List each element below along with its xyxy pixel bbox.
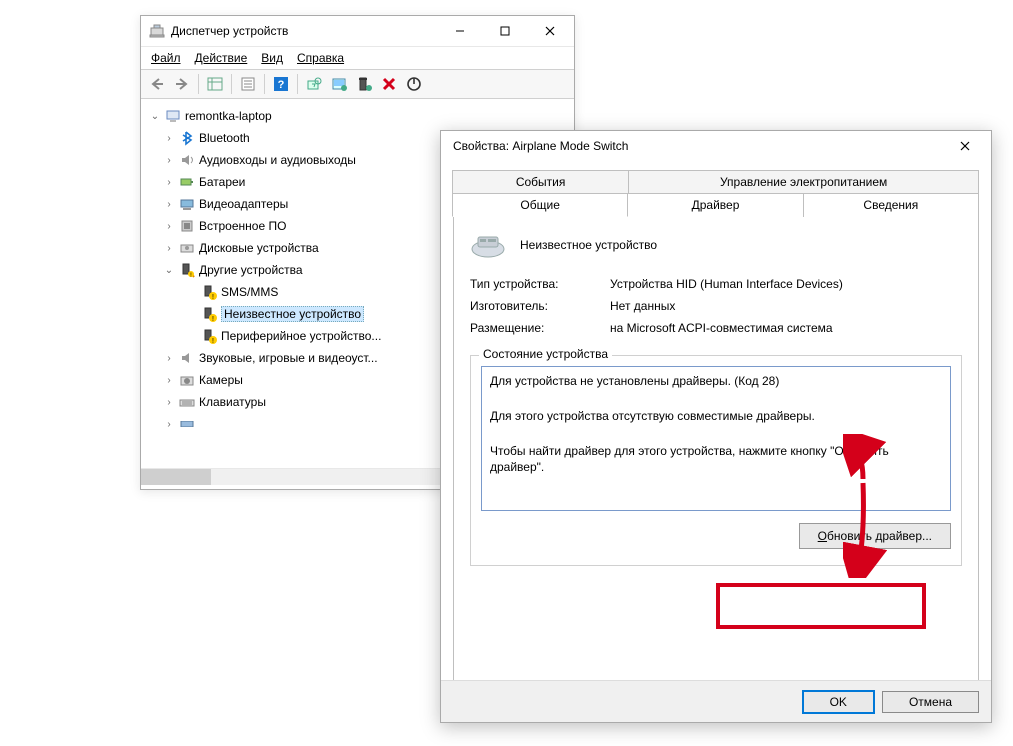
- tab-details[interactable]: Сведения: [803, 193, 979, 217]
- device-status-group: Состояние устройства Для устройства не у…: [470, 355, 962, 566]
- tree-root[interactable]: ⌄ remontka-laptop: [145, 105, 570, 127]
- device-manager-title: Диспетчер устройств: [171, 24, 288, 38]
- scan-hardware-button[interactable]: [302, 72, 326, 96]
- location-value: на Microsoft ACPI-совместимая система: [610, 321, 962, 335]
- status-line: Для устройства не установлены драйверы. …: [490, 373, 942, 390]
- location-label: Размещение:: [470, 321, 610, 335]
- ok-button[interactable]: OK: [803, 691, 874, 713]
- device-manager-toolbar: ?: [141, 69, 574, 99]
- chevron-right-icon[interactable]: ›: [163, 419, 175, 430]
- computer-icon: [165, 108, 181, 124]
- svg-text:!: !: [212, 316, 214, 322]
- bluetooth-icon: [179, 130, 195, 146]
- device-manager-menubar: Файл Действие Вид Справка: [141, 46, 574, 69]
- firmware-icon: [179, 218, 195, 234]
- manufacturer-value: Нет данных: [610, 299, 962, 313]
- svg-text:!: !: [212, 294, 214, 300]
- enable-device-button[interactable]: [402, 72, 426, 96]
- chevron-right-icon[interactable]: ›: [163, 133, 175, 144]
- status-line: Чтобы найти драйвер для этого устройства…: [490, 443, 942, 477]
- close-button[interactable]: [527, 17, 572, 45]
- properties-button[interactable]: [236, 72, 260, 96]
- maximize-button[interactable]: [482, 17, 527, 45]
- chevron-right-icon[interactable]: ›: [163, 397, 175, 408]
- chevron-right-icon[interactable]: ›: [163, 177, 175, 188]
- uninstall-device-button[interactable]: [352, 72, 376, 96]
- device-large-icon: [470, 231, 506, 259]
- chevron-down-icon[interactable]: ⌄: [163, 265, 175, 276]
- tab-driver[interactable]: Драйвер: [627, 193, 803, 217]
- cancel-button[interactable]: Отмена: [882, 691, 979, 713]
- close-button[interactable]: [945, 132, 985, 160]
- device-status-text[interactable]: Для устройства не установлены драйверы. …: [481, 366, 951, 511]
- chevron-right-icon[interactable]: ›: [163, 199, 175, 210]
- menu-help[interactable]: Справка: [297, 51, 344, 65]
- svg-text:!: !: [212, 338, 214, 344]
- manufacturer-label: Изготовитель:: [470, 299, 610, 313]
- device-type-label: Тип устройства:: [470, 277, 610, 291]
- nav-back-button[interactable]: [145, 72, 169, 96]
- chevron-right-icon[interactable]: ›: [163, 221, 175, 232]
- unknown-device-icon: !: [201, 284, 217, 300]
- disk-icon: [179, 240, 195, 256]
- update-driver-button[interactable]: Обновить драйвер...: [799, 523, 951, 549]
- menu-action[interactable]: Действие: [195, 51, 248, 65]
- chevron-right-icon[interactable]: ›: [163, 155, 175, 166]
- generic-icon: [179, 416, 195, 432]
- show-hide-tree-button[interactable]: [203, 72, 227, 96]
- keyboard-icon: [179, 394, 195, 410]
- properties-title: Свойства: Airplane Mode Switch: [453, 139, 628, 153]
- device-type-value: Устройства HID (Human Interface Devices): [610, 277, 962, 291]
- chevron-down-icon[interactable]: ⌄: [149, 111, 161, 122]
- nav-forward-button[interactable]: [170, 72, 194, 96]
- tab-general[interactable]: Общие: [452, 193, 628, 217]
- audio-icon: [179, 152, 195, 168]
- tab-strip: Общие Драйвер Сведения События Управлени…: [453, 170, 979, 217]
- camera-icon: [179, 372, 195, 388]
- disable-device-button[interactable]: [377, 72, 401, 96]
- battery-icon: [179, 174, 195, 190]
- update-driver-button[interactable]: [327, 72, 351, 96]
- unknown-device-icon: !: [201, 306, 217, 322]
- tab-events[interactable]: События: [452, 170, 629, 193]
- device-status-title: Состояние устройства: [479, 347, 612, 361]
- chevron-right-icon[interactable]: ›: [163, 353, 175, 364]
- dialog-footer: OK Отмена: [441, 680, 991, 722]
- tab-page-general: Неизвестное устройство Тип устройства: У…: [453, 216, 979, 696]
- properties-titlebar[interactable]: Свойства: Airplane Mode Switch: [441, 131, 991, 161]
- device-manager-icon: [149, 23, 165, 39]
- menu-view[interactable]: Вид: [261, 51, 283, 65]
- tab-power[interactable]: Управление электропитанием: [628, 170, 979, 193]
- help-button[interactable]: ?: [269, 72, 293, 96]
- properties-dialog: Свойства: Airplane Mode Switch Общие Дра…: [440, 130, 992, 723]
- status-line: Для этого устройства отсутствую совмести…: [490, 408, 942, 425]
- chevron-right-icon[interactable]: ›: [163, 243, 175, 254]
- unknown-device-icon: !: [201, 328, 217, 344]
- other-devices-icon: !: [179, 262, 195, 278]
- device-manager-titlebar[interactable]: Диспетчер устройств: [141, 16, 574, 46]
- device-name-label: Неизвестное устройство: [520, 238, 657, 252]
- svg-text:?: ?: [278, 79, 285, 91]
- minimize-button[interactable]: [437, 17, 482, 45]
- chevron-right-icon[interactable]: ›: [163, 375, 175, 386]
- sound-icon: [179, 350, 195, 366]
- menu-file[interactable]: Файл: [151, 51, 181, 65]
- display-adapter-icon: [179, 196, 195, 212]
